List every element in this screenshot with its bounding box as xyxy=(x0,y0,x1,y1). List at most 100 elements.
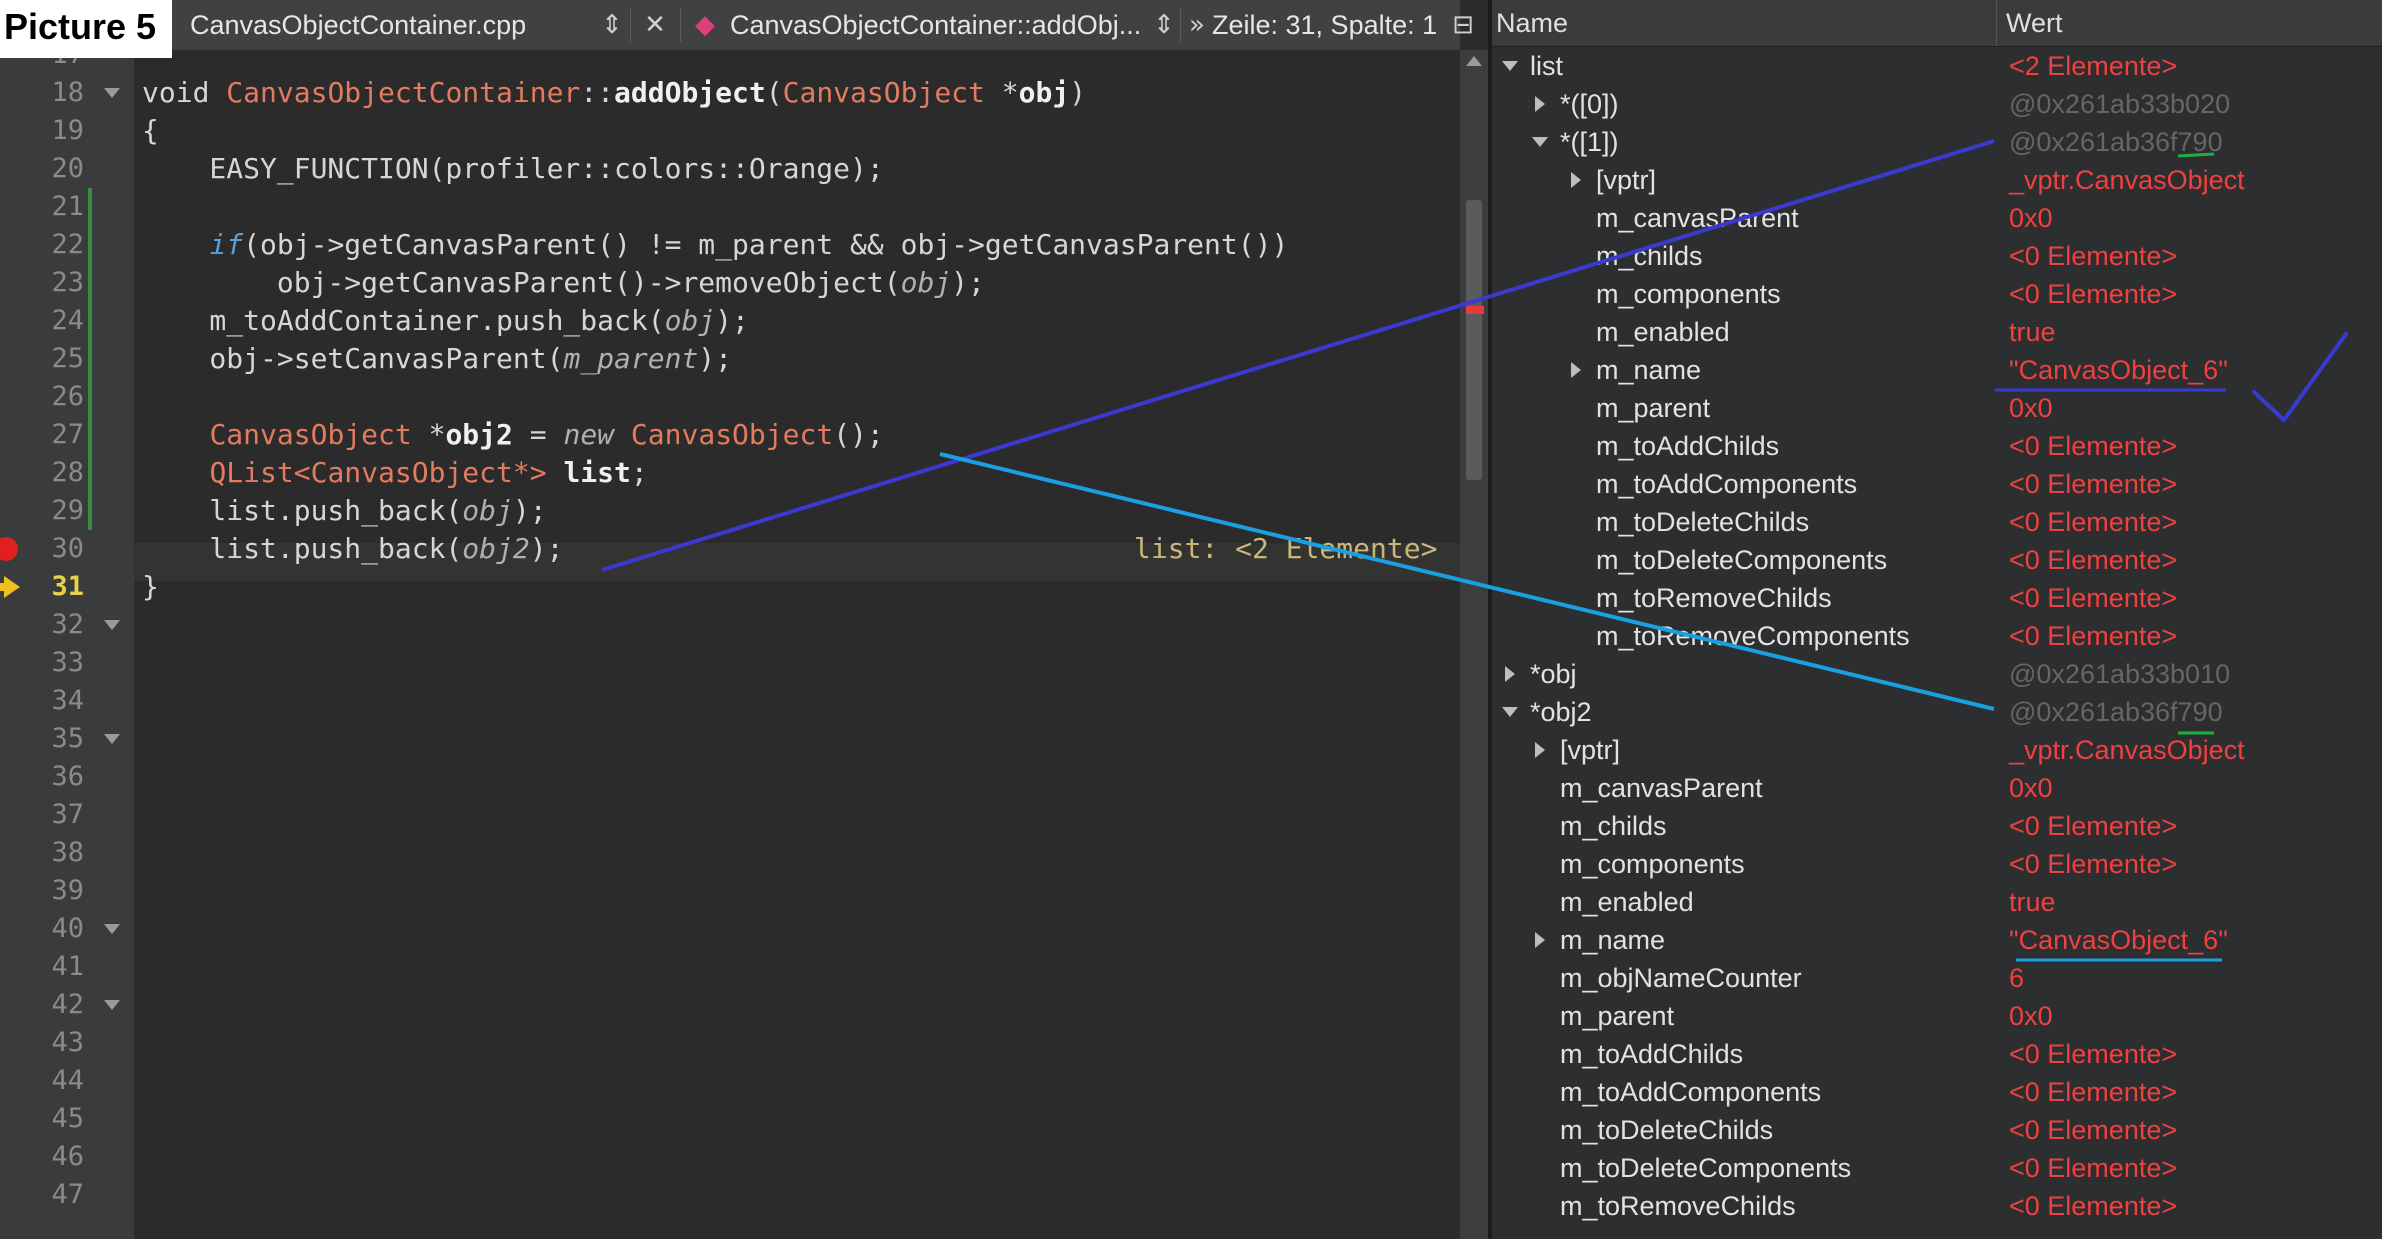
variable-value[interactable]: <0 Elemente> xyxy=(2009,427,2177,465)
variable-row[interactable]: m_childs <0 Elemente> xyxy=(1492,807,2382,845)
variable-value[interactable]: <0 Elemente> xyxy=(2009,237,2177,275)
fold-toggle-icon[interactable] xyxy=(104,620,120,630)
line-number[interactable]: 38 xyxy=(0,834,84,872)
code-line-29[interactable]: list.push_back(obj); xyxy=(142,492,546,530)
variable-value[interactable]: <0 Elemente> xyxy=(2009,579,2177,617)
fold-toggle-icon[interactable] xyxy=(104,1000,120,1010)
variable-value[interactable]: 0x0 xyxy=(2009,997,2053,1035)
variable-value[interactable]: 6 xyxy=(2009,959,2024,997)
variable-row[interactable]: *obj2 @0x261ab36f790 xyxy=(1492,693,2382,731)
line-number[interactable]: 43 xyxy=(0,1024,84,1062)
collapse-arrow-icon[interactable] xyxy=(1532,137,1548,147)
variable-value[interactable]: <2 Elemente> xyxy=(2009,47,2177,85)
line-number[interactable]: 42 xyxy=(0,986,84,1024)
expand-arrow-icon[interactable] xyxy=(1505,666,1515,682)
variable-value[interactable]: @0x261ab33b010 xyxy=(2009,655,2230,693)
variable-value[interactable]: "CanvasObject_6" xyxy=(2009,351,2228,389)
variable-row[interactable]: m_parent 0x0 xyxy=(1492,389,2382,427)
variable-row[interactable]: *([0]) @0x261ab33b020 xyxy=(1492,85,2382,123)
variable-value[interactable]: 0x0 xyxy=(2009,389,2053,427)
expand-arrow-icon[interactable] xyxy=(1535,742,1545,758)
line-number[interactable]: 23 xyxy=(0,264,84,302)
editor-scrollbar[interactable] xyxy=(1460,50,1488,1239)
variable-row[interactable]: [vptr] _vptr.CanvasObject xyxy=(1492,731,2382,769)
fold-toggle-icon[interactable] xyxy=(104,734,120,744)
expand-arrow-icon[interactable] xyxy=(1535,96,1545,112)
line-number[interactable]: 19 xyxy=(0,112,84,150)
variable-value[interactable]: <0 Elemente> xyxy=(2009,1149,2177,1187)
variable-value[interactable]: <0 Elemente> xyxy=(2009,503,2177,541)
variable-row[interactable]: m_components <0 Elemente> xyxy=(1492,275,2382,313)
variable-row[interactable]: *obj @0x261ab33b010 xyxy=(1492,655,2382,693)
variable-row[interactable]: m_toAddComponents <0 Elemente> xyxy=(1492,465,2382,503)
code-line-30[interactable]: list.push_back(obj2); xyxy=(142,530,563,568)
variable-row[interactable]: m_name "CanvasObject_6" xyxy=(1492,351,2382,389)
line-number[interactable]: 39 xyxy=(0,872,84,910)
column-header-name[interactable]: Name xyxy=(1496,0,1568,46)
variable-value[interactable]: <0 Elemente> xyxy=(2009,1073,2177,1111)
line-number-gutter[interactable]: 1718192021222324252627282930313233343536… xyxy=(0,39,134,1239)
collapse-arrow-icon[interactable] xyxy=(1502,61,1518,71)
variable-row[interactable]: m_enabled true xyxy=(1492,883,2382,921)
variable-row[interactable]: m_objNameCounter 6 xyxy=(1492,959,2382,997)
line-number[interactable]: 27 xyxy=(0,416,84,454)
code-line-31[interactable]: } xyxy=(142,568,159,606)
fold-toggle-icon[interactable] xyxy=(104,924,120,934)
variable-value[interactable]: 0x0 xyxy=(2009,769,2053,807)
variable-value[interactable]: 0x0 xyxy=(2009,199,2053,237)
variable-row[interactable]: m_childs <0 Elemente> xyxy=(1492,237,2382,275)
variable-value[interactable]: <0 Elemente> xyxy=(2009,1111,2177,1149)
variable-row[interactable]: m_canvasParent 0x0 xyxy=(1492,769,2382,807)
code-line-28[interactable]: QList<CanvasObject*> list; xyxy=(142,454,647,492)
variable-value[interactable]: @0x261ab36f790 xyxy=(2009,123,2223,161)
line-number[interactable]: 45 xyxy=(0,1100,84,1138)
variable-row[interactable]: *([1]) @0x261ab36f790 xyxy=(1492,123,2382,161)
line-number[interactable]: 37 xyxy=(0,796,84,834)
code-area[interactable]: void CanvasObjectContainer::addObject(Ca… xyxy=(134,50,1460,1239)
variable-value[interactable]: <0 Elemente> xyxy=(2009,465,2177,503)
line-number[interactable]: 34 xyxy=(0,682,84,720)
variable-value[interactable]: <0 Elemente> xyxy=(2009,845,2177,883)
variable-row[interactable]: m_toRemoveChilds <0 Elemente> xyxy=(1492,1187,2382,1225)
column-header-value[interactable]: Wert xyxy=(2006,0,2063,46)
code-line-22[interactable]: if(obj->getCanvasParent() != m_parent &&… xyxy=(142,226,1288,264)
code-editor[interactable]: CanvasObjectContainer.cpp ⇕ ✕ ◆ CanvasOb… xyxy=(0,0,1474,1239)
line-number[interactable]: 29 xyxy=(0,492,84,530)
variable-row[interactable]: m_toDeleteComponents <0 Elemente> xyxy=(1492,541,2382,579)
line-number[interactable]: 22 xyxy=(0,226,84,264)
chevron-updown-icon[interactable]: ⇕ xyxy=(600,0,624,50)
scrollbar-thumb[interactable] xyxy=(1466,200,1482,480)
variable-row[interactable]: m_toDeleteChilds <0 Elemente> xyxy=(1492,503,2382,541)
line-number[interactable]: 33 xyxy=(0,644,84,682)
scroll-up-icon[interactable] xyxy=(1466,56,1482,66)
line-number[interactable]: 24 xyxy=(0,302,84,340)
variable-row[interactable]: m_components <0 Elemente> xyxy=(1492,845,2382,883)
variable-row[interactable]: m_canvasParent 0x0 xyxy=(1492,199,2382,237)
variable-row[interactable]: list <2 Elemente> xyxy=(1492,47,2382,85)
fold-toggle-icon[interactable] xyxy=(104,88,120,98)
line-number[interactable]: 40 xyxy=(0,910,84,948)
variable-value[interactable]: <0 Elemente> xyxy=(2009,275,2177,313)
file-selector[interactable]: CanvasObjectContainer.cpp xyxy=(190,0,526,50)
code-line-25[interactable]: obj->setCanvasParent(m_parent); xyxy=(142,340,732,378)
line-number[interactable]: 25 xyxy=(0,340,84,378)
variable-value[interactable]: <0 Elemente> xyxy=(2009,1035,2177,1073)
line-number[interactable]: 18 xyxy=(0,74,84,112)
variable-row[interactable]: m_toAddComponents <0 Elemente> xyxy=(1492,1073,2382,1111)
expand-arrow-icon[interactable] xyxy=(1571,172,1581,188)
variable-value[interactable]: @0x261ab36f790 xyxy=(2009,693,2223,731)
variable-row[interactable]: m_parent 0x0 xyxy=(1492,997,2382,1035)
variable-row[interactable]: [vptr] _vptr.CanvasObject xyxy=(1492,161,2382,199)
variable-value[interactable]: <0 Elemente> xyxy=(2009,541,2177,579)
code-line-23[interactable]: obj->getCanvasParent()->removeObject(obj… xyxy=(142,264,985,302)
code-line-19[interactable]: { xyxy=(142,112,159,150)
variable-value[interactable]: true xyxy=(2009,313,2056,351)
line-number[interactable]: 20 xyxy=(0,150,84,188)
line-number[interactable]: 32 xyxy=(0,606,84,644)
expand-arrow-icon[interactable] xyxy=(1535,932,1545,948)
variable-value[interactable]: <0 Elemente> xyxy=(2009,617,2177,655)
variable-value[interactable]: _vptr.CanvasObject xyxy=(2009,161,2245,199)
line-number[interactable]: 47 xyxy=(0,1176,84,1214)
code-line-27[interactable]: CanvasObject *obj2 = new CanvasObject(); xyxy=(142,416,883,454)
code-line-18[interactable]: void CanvasObjectContainer::addObject(Ca… xyxy=(142,74,1086,112)
